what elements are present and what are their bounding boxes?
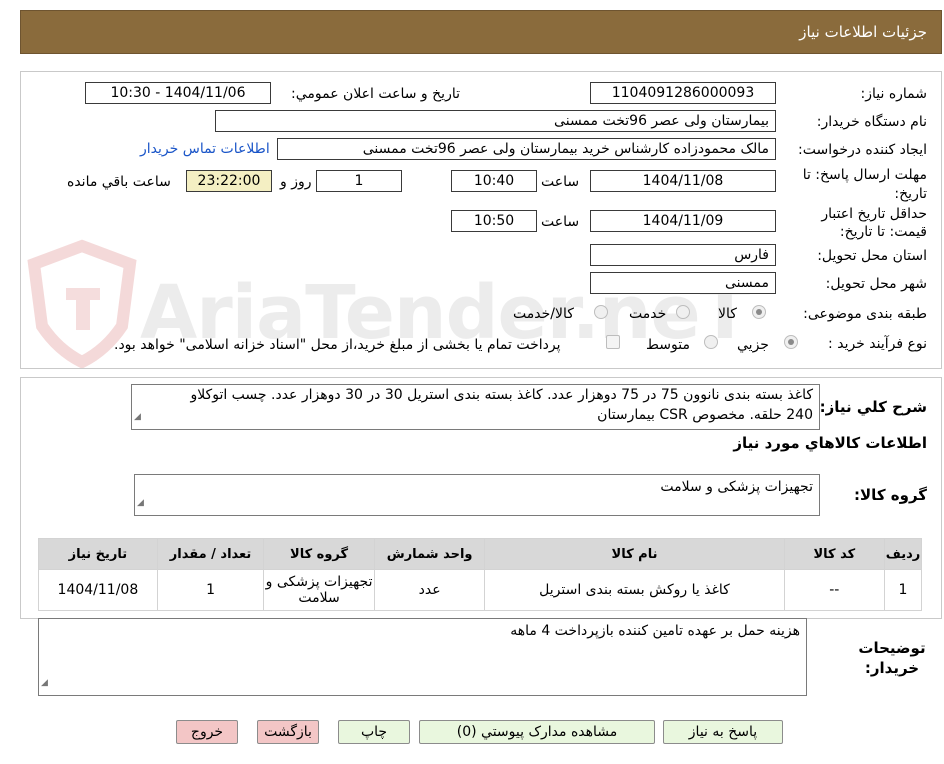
deadline-date-field: 1404/11/08 [590, 170, 776, 192]
cell-quantity: 1 [156, 569, 265, 611]
description-textarea: کاغذ بسته بندی نانوون 75 در 75 دوهزار عد… [131, 384, 820, 430]
col-header-item-name: نام كالا [484, 538, 785, 570]
requester-label: ايجاد كننده درخواست: [798, 142, 927, 158]
description-line-2: 240 حلقه. مخصوص CSR بیمارستان [597, 407, 813, 423]
cell-item-code: -- [783, 569, 886, 611]
treasury-payment-checkbox[interactable] [606, 335, 620, 349]
days-field: 1 [316, 170, 402, 192]
process-medium-radio[interactable] [704, 335, 718, 349]
reply-to-need-button[interactable]: پاسخ به نياز [663, 720, 783, 744]
col-header-unit: واحد شمارش [373, 538, 486, 570]
remaining-time-label: ساعت باقي مانده [67, 174, 171, 190]
exit-button[interactable]: خروج [176, 720, 238, 744]
col-header-quantity: تعداد / مقدار [156, 538, 265, 570]
goods-group-textarea: تجهيزات پزشكی و سلامت ◢ [134, 474, 820, 516]
cell-unit: عدد [373, 569, 486, 611]
print-button[interactable]: چاپ [338, 720, 410, 744]
requester-field: مالک محمودزاده کارشناس خرید بیمارستان ول… [277, 138, 776, 160]
goods-group-value: تجهيزات پزشكی و سلامت [660, 479, 813, 495]
category-goods-label: کالا [718, 306, 737, 322]
validity-time-label: ساعت [541, 214, 580, 230]
goods-group-label: گروه كالا: [854, 486, 927, 504]
goods-table-header: رديف كد كالا نام كالا واحد شمارش گروه كا… [38, 538, 922, 570]
purchase-process-label: نوع فرآيند خريد : [828, 336, 927, 352]
buyer-contact-link[interactable]: اطلاعات تماس خريدار [140, 141, 270, 157]
goods-table: رديف كد كالا نام كالا واحد شمارش گروه كا… [38, 538, 922, 611]
cell-need-date: 1404/11/08 [38, 569, 158, 611]
description-line-1: کاغذ بسته بندی نانوون 75 در 75 دوهزار عد… [190, 387, 813, 403]
announce-datetime-field: 1404/11/06 - 10:30 [85, 82, 271, 104]
remaining-time-field: 23:22:00 [186, 170, 272, 192]
need-number-label: شماره نیاز: [860, 86, 928, 102]
category-goods-service-radio[interactable] [594, 305, 608, 319]
announce-datetime-label: تاریخ و ساعت اعلان عمومي: [291, 86, 460, 102]
resize-grip-icon[interactable]: ◢ [137, 493, 144, 513]
resize-grip-icon[interactable]: ◢ [41, 673, 48, 693]
deadline-time-label: ساعت [541, 174, 580, 190]
category-goods-radio[interactable] [752, 305, 766, 319]
buyer-notes-textarea: هزینه حمل بر عهده تامین کننده بازپرداخت … [38, 618, 807, 696]
category-label: طبقه بندی موضوعی: [803, 306, 927, 322]
back-button[interactable]: بازگشت [257, 720, 319, 744]
page-title: جزئیات اطلاعات نیاز [799, 23, 927, 41]
cell-item-group: تجهيزات پزشكی و سلامت [263, 569, 375, 611]
city-label: شهر محل تحويل: [825, 276, 927, 292]
col-header-item-group: گروه كالا [263, 538, 375, 570]
category-goods-service-label: کالا/خدمت [513, 306, 574, 322]
deadline-label: مهلت ارسال پاسخ: تا تاريخ: [802, 167, 927, 202]
table-row: 1 -- کاغذ یا روکش بسته بندی استریل عدد ت… [38, 569, 922, 611]
category-service-radio[interactable] [676, 305, 690, 319]
city-field: ممسنی [590, 272, 776, 294]
need-number-field: 1104091286000093 [590, 82, 776, 104]
validity-date-field: 1404/11/09 [590, 210, 776, 232]
goods-section-title: اطلاعات كالاهاي مورد نياز [733, 434, 927, 452]
col-header-item-code: كد كالا [783, 538, 886, 570]
resize-grip-icon[interactable]: ◢ [134, 407, 141, 427]
buyer-notes-text: هزینه حمل بر عهده تامین کننده بازپرداخت … [510, 623, 800, 639]
col-header-need-date: تاريخ نياز [38, 538, 158, 570]
treasury-payment-note: پرداخت تمام يا بخشی از مبلغ خريد،از محل … [114, 337, 561, 353]
view-attachments-button[interactable]: مشاهده مدارک پیوستي (0) [419, 720, 655, 744]
page-header: جزئیات اطلاعات نیاز [20, 10, 942, 54]
category-service-label: خدمت [629, 306, 667, 322]
price-validity-label: حداقل تاريخ اعتبار قيمت: تا تاريخ: [821, 206, 927, 240]
province-label: استان محل تحويل: [817, 248, 927, 264]
buyer-org-field: بيمارستان ولی عصر 96تخت ممسنی [215, 110, 776, 132]
cell-item-name: کاغذ یا روکش بسته بندی استریل [484, 569, 785, 611]
buyer-org-label: نام دستگاه خريدار: [816, 114, 927, 130]
cell-row-number: 1 [884, 569, 922, 611]
validity-time-field: 10:50 [451, 210, 537, 232]
deadline-time-field: 10:40 [451, 170, 537, 192]
days-label: روز و [280, 174, 312, 190]
buyer-notes-label: توضيحات خريدار: [858, 639, 926, 677]
process-minor-radio[interactable] [784, 335, 798, 349]
description-label: شرح كلي نياز: [819, 398, 927, 416]
process-medium-label: متوسط [646, 337, 690, 353]
process-minor-label: جزيي [737, 337, 769, 353]
col-header-row-number: رديف [884, 538, 922, 570]
province-field: فارس [590, 244, 776, 266]
